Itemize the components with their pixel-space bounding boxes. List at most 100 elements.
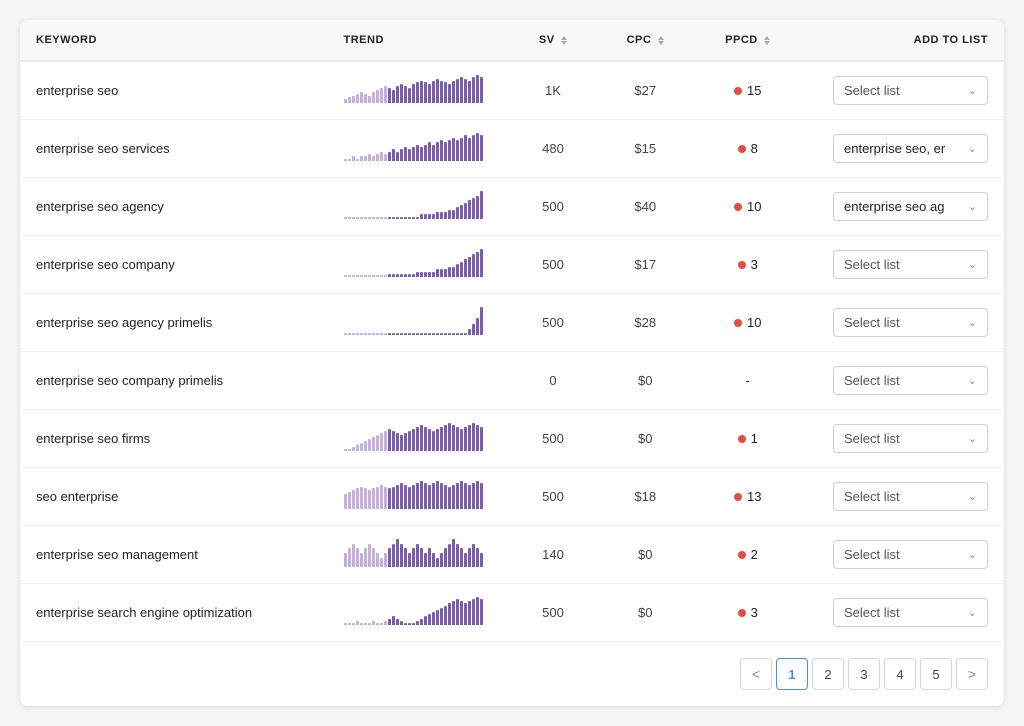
col-ppcd[interactable]: PPCD <box>696 20 798 61</box>
cpc-cell: $40 <box>594 178 696 236</box>
col-add-to-list: ADD TO LIST <box>799 20 1004 61</box>
list-select-text: Select list <box>844 489 960 504</box>
col-trend: TREND <box>328 20 512 61</box>
list-select-text: Select list <box>844 257 960 272</box>
ppcd-number: 3 <box>751 605 758 620</box>
chevron-down-icon: ⌄ <box>968 142 977 155</box>
list-select-dropdown[interactable]: Select list ⌄ <box>833 424 988 453</box>
add-to-list-cell: enterprise seo, er ⌄ <box>799 120 1004 178</box>
ppcd-cell: 15 <box>696 61 798 120</box>
add-to-list-cell: Select list ⌄ <box>799 294 1004 352</box>
ppcd-dot <box>734 493 742 501</box>
ppcd-cell: 1 <box>696 410 798 468</box>
table-row: enterprise seo 1K $27 15 Select list ⌄ <box>20 61 1004 120</box>
cpc-cell: $0 <box>594 526 696 584</box>
list-select-dropdown[interactable]: Select list ⌄ <box>833 540 988 569</box>
sv-cell: 480 <box>512 120 594 178</box>
add-to-list-cell: Select list ⌄ <box>799 526 1004 584</box>
keyword-cell: enterprise search engine optimization <box>20 584 328 642</box>
col-sv[interactable]: SV <box>512 20 594 61</box>
cpc-cell: $0 <box>594 352 696 410</box>
ppcd-number: 8 <box>751 141 758 156</box>
keyword-cell: enterprise seo company <box>20 236 328 294</box>
ppcd-value: 8 <box>738 141 758 156</box>
list-select-dropdown[interactable]: Select list ⌄ <box>833 482 988 511</box>
sv-cell: 500 <box>512 294 594 352</box>
keyword-cell: enterprise seo company primelis <box>20 352 328 410</box>
ppcd-dot <box>738 609 746 617</box>
ppcd-number: 2 <box>751 547 758 562</box>
table-row: enterprise seo firms 500 $0 1 Select lis… <box>20 410 1004 468</box>
ppcd-value: 10 <box>734 315 761 330</box>
keyword-cell: enterprise seo <box>20 61 328 120</box>
ppcd-number: 10 <box>747 315 761 330</box>
trend-cell <box>328 468 512 526</box>
list-select-text: enterprise seo, er <box>844 141 960 156</box>
ppcd-cell: 10 <box>696 178 798 236</box>
chevron-down-icon: ⌄ <box>968 432 977 445</box>
list-select-dropdown[interactable]: enterprise seo, er ⌄ <box>833 134 988 163</box>
sv-cell: 500 <box>512 468 594 526</box>
keyword-cell: enterprise seo services <box>20 120 328 178</box>
page-1-button[interactable]: 1 <box>776 658 808 690</box>
list-select-dropdown[interactable]: Select list ⌄ <box>833 308 988 337</box>
table-row: seo enterprise 500 $18 13 Select list ⌄ <box>20 468 1004 526</box>
list-select-dropdown[interactable]: Select list ⌄ <box>833 366 988 395</box>
ppcd-dot <box>738 435 746 443</box>
add-to-list-cell: Select list ⌄ <box>799 236 1004 294</box>
list-select-dropdown[interactable]: Select list ⌄ <box>833 76 988 105</box>
list-select-text: Select list <box>844 373 960 388</box>
ppcd-value: 10 <box>734 199 761 214</box>
ppcd-value: 3 <box>738 257 758 272</box>
list-select-dropdown[interactable]: Select list ⌄ <box>833 598 988 627</box>
page-3-button[interactable]: 3 <box>848 658 880 690</box>
table-row: enterprise seo services 480 $15 8 enterp… <box>20 120 1004 178</box>
table-header: KEYWORD TREND SV CPC <box>20 20 1004 61</box>
list-select-dropdown[interactable]: Select list ⌄ <box>833 250 988 279</box>
sv-cell: 1K <box>512 61 594 120</box>
ppcd-cell: - <box>696 352 798 410</box>
keyword-cell: enterprise seo firms <box>20 410 328 468</box>
cpc-cell: $18 <box>594 468 696 526</box>
ppcd-dot <box>734 203 742 211</box>
ppcd-value: 2 <box>738 547 758 562</box>
page-4-button[interactable]: 4 <box>884 658 916 690</box>
prev-page-button[interactable]: < <box>740 658 772 690</box>
trend-cell <box>328 410 512 468</box>
ppcd-number: 10 <box>747 199 761 214</box>
ppcd-number: 15 <box>747 83 761 98</box>
chevron-down-icon: ⌄ <box>968 374 977 387</box>
ppcd-value: - <box>746 373 750 388</box>
ppcd-cell: 3 <box>696 236 798 294</box>
trend-cell <box>328 236 512 294</box>
page-5-button[interactable]: 5 <box>920 658 952 690</box>
list-select-dropdown[interactable]: enterprise seo ag ⌄ <box>833 192 988 221</box>
cpc-cell: $15 <box>594 120 696 178</box>
add-to-list-cell: Select list ⌄ <box>799 61 1004 120</box>
list-select-text: Select list <box>844 431 960 446</box>
list-select-text: Select list <box>844 605 960 620</box>
ppcd-cell: 10 <box>696 294 798 352</box>
sv-cell: 500 <box>512 236 594 294</box>
trend-cell <box>328 352 512 410</box>
next-page-button[interactable]: > <box>956 658 988 690</box>
sv-sort-icon <box>561 36 567 45</box>
col-cpc[interactable]: CPC <box>594 20 696 61</box>
chevron-down-icon: ⌄ <box>968 606 977 619</box>
sv-cell: 140 <box>512 526 594 584</box>
cpc-sort-icon <box>658 36 664 45</box>
table-row: enterprise search engine optimization 50… <box>20 584 1004 642</box>
sv-cell: 500 <box>512 410 594 468</box>
page-2-button[interactable]: 2 <box>812 658 844 690</box>
ppcd-number: 13 <box>747 489 761 504</box>
pagination: < 1 2 3 4 5 > <box>20 641 1004 706</box>
trend-cell <box>328 178 512 236</box>
chevron-down-icon: ⌄ <box>968 490 977 503</box>
cpc-cell: $27 <box>594 61 696 120</box>
ppcd-value: 15 <box>734 83 761 98</box>
keyword-cell: enterprise seo agency <box>20 178 328 236</box>
main-container: KEYWORD TREND SV CPC <box>20 20 1004 706</box>
ppcd-dot <box>738 145 746 153</box>
chevron-down-icon: ⌄ <box>968 258 977 271</box>
add-to-list-cell: Select list ⌄ <box>799 468 1004 526</box>
